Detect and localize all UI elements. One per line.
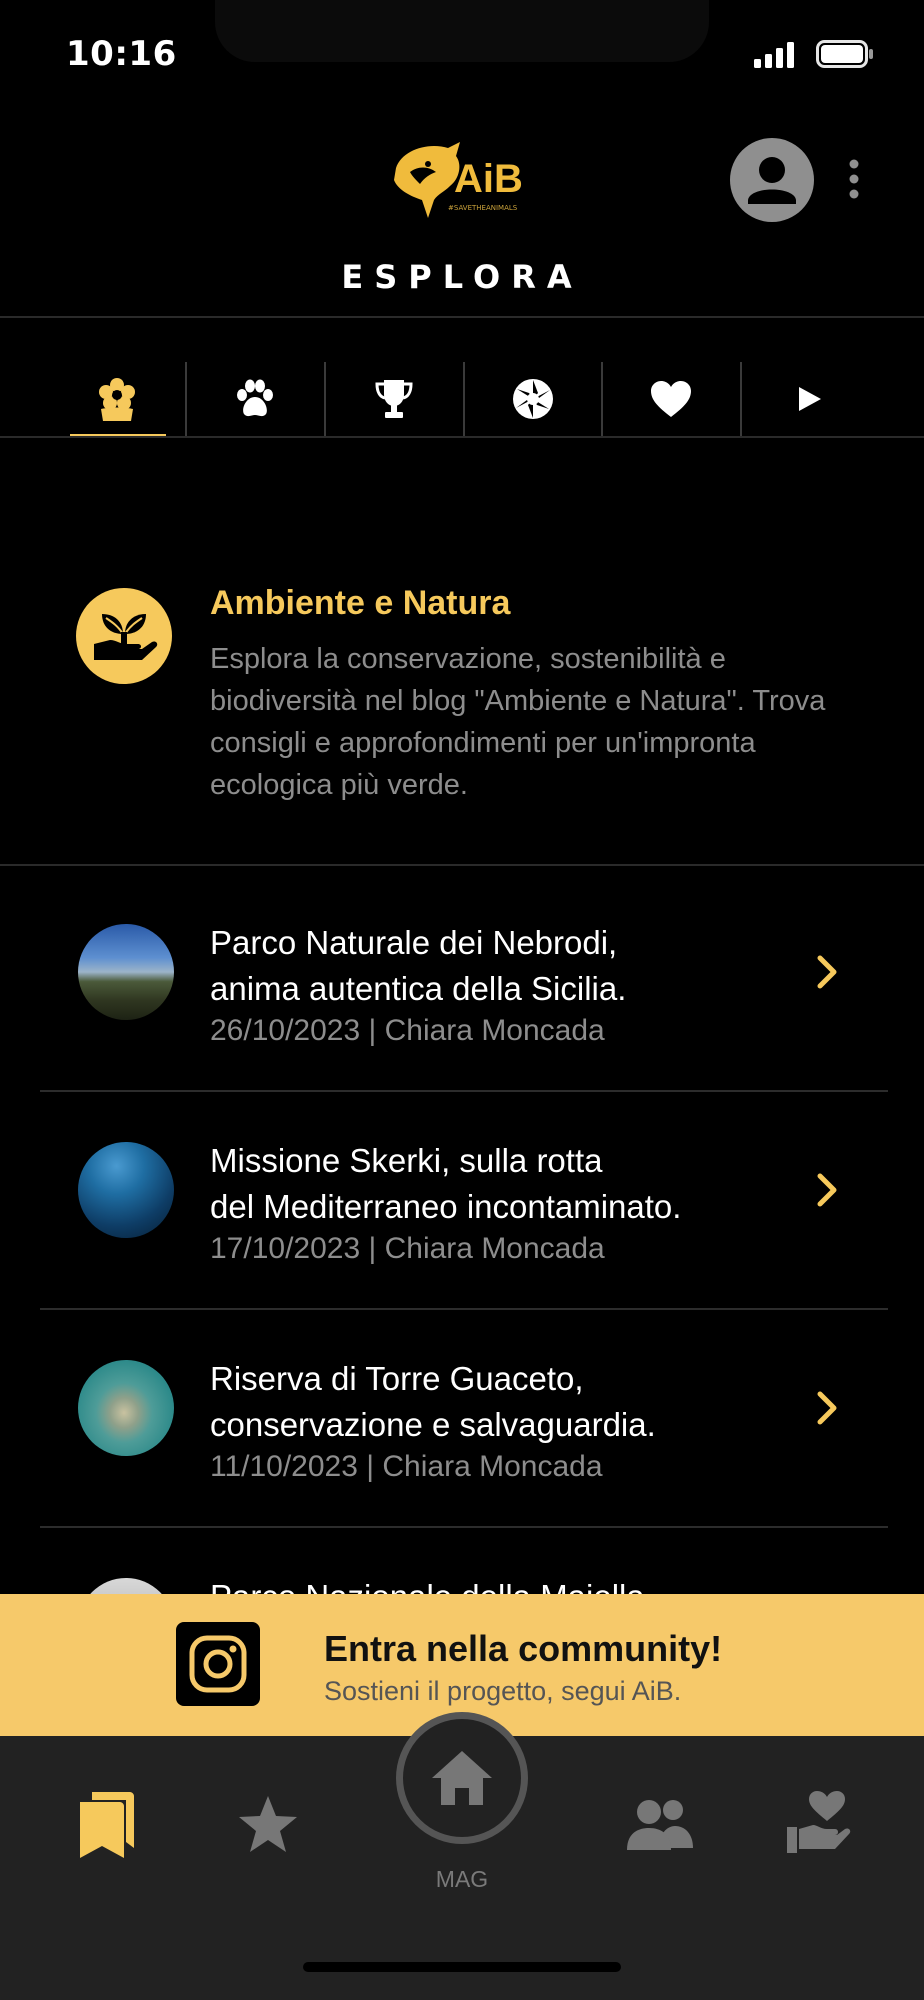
chevron-right-icon [817, 1391, 837, 1425]
tab-trofei[interactable] [325, 362, 463, 436]
article-meta: 17/10/2023 | Chiara Moncada [210, 1232, 605, 1265]
trophy-icon [375, 380, 413, 418]
nav-community[interactable] [620, 1784, 700, 1864]
header-divider [0, 316, 924, 318]
more-options-button[interactable] [842, 156, 866, 204]
article-row[interactable]: Missione Skerki, sulla rotta del Mediter… [40, 1092, 888, 1310]
banner-title: Entra nella community! [324, 1628, 723, 1669]
chevron-right-icon [817, 1173, 837, 1207]
article-thumbnail [78, 1142, 174, 1238]
chevron-right-icon [817, 955, 837, 989]
ecology-hand-icon [76, 588, 172, 684]
donate-icon [787, 1791, 851, 1853]
intro-divider [0, 864, 924, 866]
status-time: 10:16 [66, 34, 177, 74]
article-title: Missione Skerki, sulla rotta del Mediter… [210, 1142, 682, 1225]
tab-animali[interactable] [186, 362, 324, 436]
svg-text:AiB: AiB [454, 157, 523, 201]
tab-video[interactable] [741, 362, 879, 436]
user-avatar-icon [730, 138, 814, 222]
home-icon [432, 1751, 492, 1805]
article-meta: 26/10/2023 | Chiara Moncada [210, 1014, 605, 1047]
article-thumbnail [78, 1360, 174, 1456]
tab-ambiente[interactable] [48, 362, 186, 436]
logo-tagline: #SAVETHEANIMALS [448, 204, 518, 212]
paw-icon [237, 379, 273, 417]
signal-icon [754, 42, 794, 68]
home-button[interactable] [396, 1712, 528, 1844]
more-vertical-icon [849, 159, 859, 199]
home-label: MAG [435, 1866, 489, 1892]
notch [215, 0, 709, 62]
app-logo[interactable]: AiB #SAVETHEANIMALS [388, 138, 538, 224]
page-title: ESPLORA [341, 258, 583, 296]
star-icon [239, 1796, 297, 1852]
home-indicator [303, 1962, 621, 1972]
tab-foto[interactable] [464, 362, 602, 436]
heart-icon [651, 381, 691, 417]
article-thumbnail [78, 924, 174, 1020]
article-meta: 11/10/2023 | Chiara Moncada [210, 1450, 603, 1483]
article-title: Riserva di Torre Guaceto, conservazione … [210, 1360, 656, 1443]
category-description: Esplora la conservazione, sostenibilità … [210, 643, 826, 801]
article-row[interactable]: Parco Naturale dei Nebrodi, anima autent… [40, 874, 888, 1092]
tab-preferiti[interactable] [602, 362, 740, 436]
instagram-icon [189, 1635, 247, 1693]
users-icon [627, 1800, 693, 1850]
aperture-icon [513, 379, 553, 419]
profile-avatar-button[interactable] [730, 138, 814, 222]
instagram-button[interactable] [176, 1622, 260, 1706]
battery-icon [816, 40, 873, 68]
bookmarks-icon [80, 1792, 134, 1858]
play-icon [799, 387, 821, 411]
article-row[interactable]: Riserva di Torre Guaceto, conservazione … [40, 1310, 888, 1528]
nav-bookmarks[interactable] [66, 1780, 146, 1870]
nav-favorites[interactable] [228, 1784, 308, 1864]
tabs-divider [0, 436, 924, 438]
nav-donate[interactable] [778, 1780, 858, 1864]
article-title: Parco Naturale dei Nebrodi, anima autent… [210, 924, 627, 1007]
category-title: Ambiente e Natura [210, 584, 511, 622]
banner-subtitle: Sostieni il progetto, segui AiB. [324, 1676, 682, 1706]
flower-icon [99, 378, 135, 421]
category-icon [76, 588, 172, 684]
